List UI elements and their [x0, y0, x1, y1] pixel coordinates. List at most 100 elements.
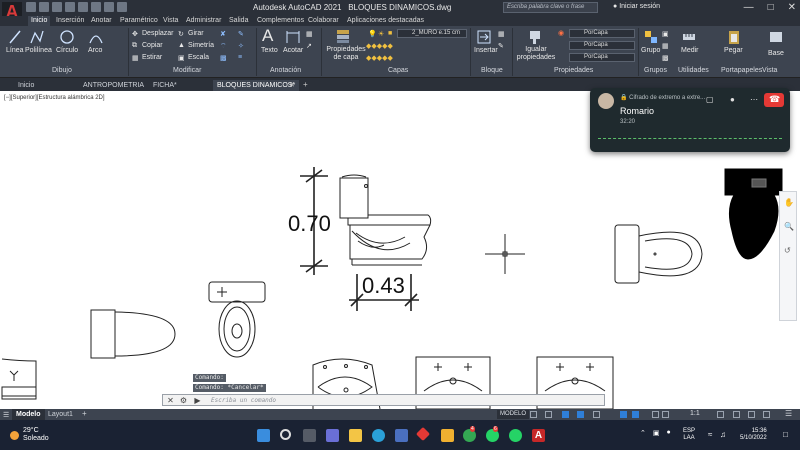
object-snap-icon[interactable]	[620, 411, 627, 418]
camera-icon[interactable]: ▣	[653, 429, 660, 437]
circle-button[interactable]: Círculo	[56, 47, 78, 54]
close-icon[interactable]: ✕	[788, 2, 796, 13]
mic-icon[interactable]: ●	[730, 95, 735, 104]
command-input[interactable]: Escriba un comando	[211, 397, 276, 404]
units-icon[interactable]	[748, 411, 755, 418]
lineweight-icon[interactable]	[652, 411, 659, 418]
panel-title-clipboard[interactable]: Portapapeles	[721, 67, 762, 74]
block-edit-icon[interactable]: ✎	[498, 42, 504, 50]
panel-title-view[interactable]: Vista	[762, 67, 777, 74]
base-view-button[interactable]: Base	[768, 50, 784, 57]
panel-title-utilities[interactable]: Utilidades	[678, 67, 709, 74]
file-explorer-icon[interactable]	[349, 429, 362, 442]
undo-icon[interactable]	[104, 2, 114, 12]
minimize-icon[interactable]: —	[744, 2, 754, 13]
dimension-text-width[interactable]: 0.43	[362, 273, 405, 298]
command-close-icon[interactable]: ✕	[166, 396, 175, 405]
paste-button[interactable]: Pegar	[724, 47, 743, 54]
tab-colaborar[interactable]: Colaborar	[305, 16, 342, 26]
trim-icon[interactable]: ✘	[220, 30, 226, 38]
open-file-icon[interactable]	[39, 2, 49, 12]
tab-insercion[interactable]: Inserción	[53, 16, 87, 26]
ungroup-icon[interactable]: ▣	[662, 30, 669, 38]
doc-tab-bloques[interactable]: BLOQUES DINAMICOS*	[213, 80, 300, 91]
app-icon-red[interactable]	[415, 426, 431, 442]
offset-icon[interactable]: ≡	[238, 54, 242, 61]
task-view-icon[interactable]	[303, 429, 316, 442]
doc-tab-ficha[interactable]: FICHA*	[149, 80, 181, 91]
navigation-bar[interactable]: ✋ 🔍 ↺	[779, 191, 797, 321]
panel-title-groups[interactable]: Grupos	[644, 67, 667, 74]
arc-icon[interactable]	[88, 29, 104, 45]
current-layer-dropdown[interactable]: 2_MURO e.15 cm	[397, 29, 467, 38]
language-indicator[interactable]: ESP LAA	[683, 428, 695, 442]
print-icon[interactable]	[91, 2, 101, 12]
match-properties-button[interactable]: Igualar propiedades	[516, 46, 556, 62]
isodraft-icon[interactable]	[593, 411, 600, 418]
tab-vista[interactable]: Vista	[160, 16, 181, 26]
layer-properties-button[interactable]: Propiedades de capa	[326, 46, 366, 62]
leader-icon[interactable]: ↗	[306, 42, 312, 50]
toilet-top-view-block[interactable]	[614, 224, 703, 284]
doc-tab-antropometria[interactable]: ANTROPOMETRIA	[79, 80, 148, 91]
weather-widget[interactable]: 29°C Soleado	[10, 427, 49, 443]
save-as-icon[interactable]	[65, 2, 75, 12]
chevron-up-icon[interactable]: ⌃	[640, 429, 646, 437]
tab-parametrico[interactable]: Paramétrico	[117, 16, 161, 26]
annotation-scale[interactable]: 1:1	[690, 410, 700, 417]
new-tab-icon[interactable]: +	[303, 80, 308, 89]
layer-tool-icon[interactable]: ◆◆◆◆◆	[366, 54, 393, 62]
model-space-button[interactable]: MODELO	[497, 410, 530, 419]
annotation-monitor-icon[interactable]	[733, 411, 740, 418]
signin-button[interactable]: ● Iniciar sesión	[613, 3, 660, 10]
tab-model[interactable]: Modelo	[12, 409, 45, 420]
stretch-button[interactable]: Estirar	[142, 54, 162, 61]
layer-tool-icon[interactable]: ◆◆◆◆◆	[366, 42, 393, 50]
clock[interactable]: 15:36 5/10/2022	[740, 428, 767, 442]
layer-lock-icon[interactable]: ■	[388, 30, 392, 37]
app-icon-orange[interactable]	[441, 429, 454, 442]
end-call-button[interactable]: ☎	[764, 93, 784, 107]
color-dropdown[interactable]: PorCapa	[569, 29, 635, 38]
search-icon[interactable]	[280, 429, 291, 440]
wifi-icon[interactable]: ≈	[708, 430, 712, 439]
tab-layout1[interactable]: Layout1	[44, 409, 77, 420]
polar-icon[interactable]	[577, 411, 584, 418]
save-icon[interactable]	[52, 2, 62, 12]
circle-icon[interactable]	[59, 29, 75, 45]
pan-icon[interactable]: ✋	[784, 198, 794, 207]
move-button[interactable]: Desplazar	[142, 30, 174, 37]
redo-icon[interactable]	[117, 2, 127, 12]
panel-title-modify[interactable]: Modificar	[173, 67, 201, 74]
tab-salida[interactable]: Salida	[226, 16, 251, 26]
group-edit-icon[interactable]: ▦	[662, 42, 669, 50]
dimension-button[interactable]: Acotar	[283, 47, 303, 54]
command-customize-icon[interactable]: ⚙	[179, 396, 188, 405]
video-icon[interactable]: ▢	[706, 95, 714, 104]
toilet-front-view-block[interactable]	[208, 281, 266, 358]
autocad-taskbar-icon[interactable]: A	[532, 429, 545, 442]
orbit-icon[interactable]: ↺	[784, 246, 791, 255]
panel-title-properties[interactable]: Propiedades	[554, 67, 593, 74]
panel-title-draw[interactable]: Dibujo	[52, 67, 72, 74]
bidet-block[interactable]	[1, 358, 37, 400]
panel-title-block[interactable]: Bloque	[481, 67, 503, 74]
polyline-icon[interactable]	[30, 29, 44, 45]
zoom-icon[interactable]: 🔍	[784, 222, 794, 231]
insert-button[interactable]: Insertar	[474, 47, 498, 54]
ortho-icon[interactable]	[562, 411, 569, 418]
linetype-dropdown[interactable]: PorCapa	[569, 41, 635, 50]
call-popup[interactable]: 🔒 Cifrado de extremo a extre... Romario …	[590, 88, 790, 152]
table-icon[interactable]: ▦	[306, 30, 313, 38]
tab-inicio[interactable]: Inicio	[28, 16, 51, 26]
layout-menu-icon[interactable]: ☰	[3, 411, 9, 419]
erase-icon[interactable]: ✎	[238, 30, 244, 38]
command-line[interactable]: ✕ ⚙ ▶ Escriba un comando	[162, 394, 605, 406]
new-file-icon[interactable]	[26, 2, 36, 12]
explode-icon[interactable]: ✧	[238, 42, 244, 50]
close-tab-icon[interactable]: ✕	[289, 81, 295, 89]
block-create-icon[interactable]: ▦	[498, 30, 505, 38]
panel-title-layers[interactable]: Capas	[388, 67, 408, 74]
doc-tab-inicio[interactable]: Inicio	[14, 80, 38, 91]
measure-button[interactable]: Medir	[681, 47, 699, 54]
